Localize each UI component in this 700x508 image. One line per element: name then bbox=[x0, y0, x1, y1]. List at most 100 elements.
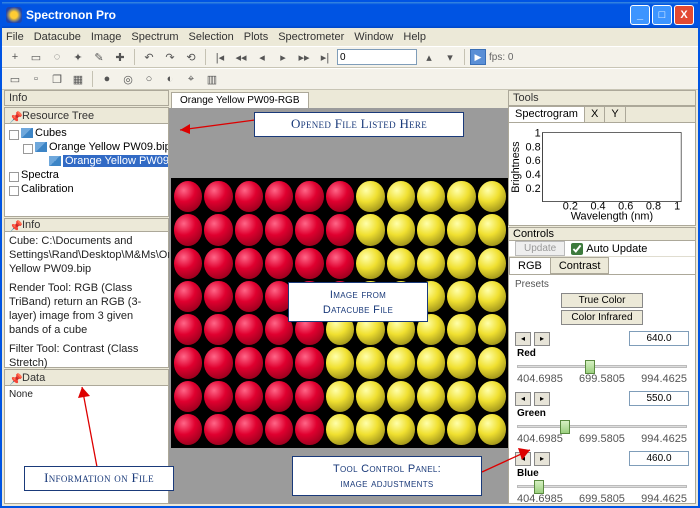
sample-sphere bbox=[235, 347, 263, 378]
sample-sphere bbox=[417, 347, 445, 378]
menu-spectrum[interactable]: Spectrum bbox=[131, 31, 178, 43]
svg-text:1: 1 bbox=[535, 127, 541, 139]
step-right-icon[interactable]: ▸ bbox=[534, 392, 550, 406]
minimize-button[interactable]: _ bbox=[630, 5, 650, 25]
tool-rect-select-icon[interactable]: ▭ bbox=[27, 48, 45, 66]
tool-pointer-icon[interactable]: + bbox=[6, 48, 24, 66]
sample-sphere bbox=[326, 181, 354, 212]
menu-spectrometer[interactable]: Spectrometer bbox=[278, 31, 344, 43]
tab-spectrogram[interactable]: Spectrogram bbox=[509, 107, 585, 122]
sample-sphere bbox=[204, 314, 232, 345]
subtab-rgb[interactable]: RGB bbox=[509, 257, 551, 274]
channel-value[interactable]: 550.0 bbox=[629, 391, 689, 406]
nav-next-fast-icon[interactable]: ▸▸ bbox=[295, 48, 313, 66]
annotation-opened-file: Opened File Listed Here bbox=[254, 112, 464, 137]
menu-datacube[interactable]: Datacube bbox=[34, 31, 81, 43]
sample-sphere bbox=[417, 248, 445, 279]
svg-text:0.2: 0.2 bbox=[526, 183, 541, 195]
pin-icon[interactable]: 📌 bbox=[9, 373, 19, 383]
tree-file-bip[interactable]: Orange Yellow PW09.bip bbox=[21, 140, 166, 154]
nav-prev-fast-icon[interactable]: ◂◂ bbox=[232, 48, 250, 66]
sample-sphere bbox=[235, 281, 263, 312]
play-button[interactable]: ▶ bbox=[470, 49, 486, 65]
frame-up-icon[interactable]: ▴ bbox=[420, 48, 438, 66]
tool-lasso-icon[interactable]: ◌ bbox=[48, 48, 66, 66]
tb2-histogram-icon[interactable]: ▥ bbox=[203, 70, 221, 88]
frame-input[interactable] bbox=[337, 49, 417, 65]
sample-sphere bbox=[326, 214, 354, 245]
sample-sphere bbox=[478, 214, 506, 245]
sample-sphere bbox=[447, 281, 475, 312]
tab-y[interactable]: Y bbox=[605, 107, 625, 122]
nav-last-icon[interactable]: ▸| bbox=[316, 48, 334, 66]
pin-icon[interactable]: 📌 bbox=[9, 220, 19, 230]
sample-sphere bbox=[204, 414, 232, 445]
tree-spectra[interactable]: Spectra bbox=[7, 168, 166, 182]
separator bbox=[464, 49, 465, 65]
step-left-icon[interactable]: ◂ bbox=[515, 392, 531, 406]
menu-selection[interactable]: Selection bbox=[188, 31, 233, 43]
maximize-button[interactable]: □ bbox=[652, 5, 672, 25]
tb2-new-icon[interactable]: ▫ bbox=[27, 70, 45, 88]
menu-window[interactable]: Window bbox=[354, 31, 393, 43]
menu-help[interactable]: Help bbox=[403, 31, 426, 43]
preset-true-color[interactable]: True Color bbox=[561, 293, 643, 308]
tb2-record-icon[interactable]: ● bbox=[98, 70, 116, 88]
sample-sphere bbox=[387, 347, 415, 378]
resource-tree[interactable]: Cubes Orange Yellow PW09.bip Orange Yell… bbox=[5, 124, 168, 216]
preset-color-infrared[interactable]: Color Infrared bbox=[561, 310, 643, 325]
step-left-icon[interactable]: ◂ bbox=[515, 332, 531, 346]
update-button[interactable]: Update bbox=[515, 241, 565, 256]
sample-sphere bbox=[295, 381, 323, 412]
tb2-dark-icon[interactable]: ○ bbox=[140, 70, 158, 88]
menu-image[interactable]: Image bbox=[91, 31, 122, 43]
wavelength-slider[interactable] bbox=[517, 419, 687, 433]
svg-text:0.6: 0.6 bbox=[526, 155, 541, 167]
tb2-target-icon[interactable]: ◎ bbox=[119, 70, 137, 88]
tab-x[interactable]: X bbox=[585, 107, 605, 122]
tb2-light-icon[interactable]: ◐ bbox=[161, 70, 179, 88]
menu-plots[interactable]: Plots bbox=[244, 31, 268, 43]
sample-sphere bbox=[265, 414, 293, 445]
subtab-contrast[interactable]: Contrast bbox=[550, 257, 610, 274]
frame-down-icon[interactable]: ▾ bbox=[441, 48, 459, 66]
nav-first-icon[interactable]: |◂ bbox=[211, 48, 229, 66]
tree-calibration[interactable]: Calibration bbox=[7, 182, 166, 196]
nav-prev-icon[interactable]: ◂ bbox=[253, 48, 271, 66]
sample-sphere bbox=[447, 381, 475, 412]
spectrogram-plot[interactable]: 0.20.40.60.81 0.20.40.60.81 Wavelength (… bbox=[509, 123, 695, 225]
sample-sphere bbox=[204, 381, 232, 412]
tb2-open-icon[interactable]: ▭ bbox=[6, 70, 24, 88]
auto-update-checkbox[interactable]: Auto Update bbox=[571, 243, 647, 255]
image-tab[interactable]: Orange Yellow PW09-RGB bbox=[171, 92, 309, 108]
sample-sphere bbox=[265, 248, 293, 279]
sample-sphere bbox=[387, 381, 415, 412]
app-icon bbox=[6, 7, 22, 23]
sample-sphere bbox=[295, 248, 323, 279]
tb2-cascade-icon[interactable]: ❐ bbox=[48, 70, 66, 88]
channel-value[interactable]: 460.0 bbox=[629, 451, 689, 466]
fps-label: fps: 0 bbox=[489, 52, 513, 63]
tb2-focus-icon[interactable]: ⌖ bbox=[182, 70, 200, 88]
sample-sphere bbox=[174, 248, 202, 279]
wavelength-slider[interactable] bbox=[517, 479, 687, 493]
close-button[interactable]: X bbox=[674, 5, 694, 25]
tool-brush-icon[interactable]: ✎ bbox=[90, 48, 108, 66]
step-right-icon[interactable]: ▸ bbox=[534, 332, 550, 346]
controls-header: Controls bbox=[509, 228, 695, 241]
tool-rotate-cw-icon[interactable]: ↷ bbox=[161, 48, 179, 66]
tool-rotate-ccw-icon[interactable]: ↶ bbox=[140, 48, 158, 66]
channel-value[interactable]: 640.0 bbox=[629, 331, 689, 346]
menu-file[interactable]: File bbox=[6, 31, 24, 43]
tree-cubes[interactable]: Cubes bbox=[7, 126, 166, 140]
tree-file-rgb[interactable]: Orange Yellow PW09-RGB bbox=[35, 154, 166, 168]
pin-icon[interactable]: 📌 bbox=[9, 111, 19, 121]
tool-wand-icon[interactable]: ✦ bbox=[69, 48, 87, 66]
tool-eyedrop-icon[interactable]: ✚ bbox=[111, 48, 129, 66]
annotation-tool-control: Tool Control Panel:image adjustments bbox=[292, 456, 482, 496]
tool-reset-icon[interactable]: ⟲ bbox=[182, 48, 200, 66]
nav-next-icon[interactable]: ▸ bbox=[274, 48, 292, 66]
tb2-tile-icon[interactable]: ▦ bbox=[69, 70, 87, 88]
wavelength-slider[interactable] bbox=[517, 359, 687, 373]
sample-sphere bbox=[356, 414, 384, 445]
